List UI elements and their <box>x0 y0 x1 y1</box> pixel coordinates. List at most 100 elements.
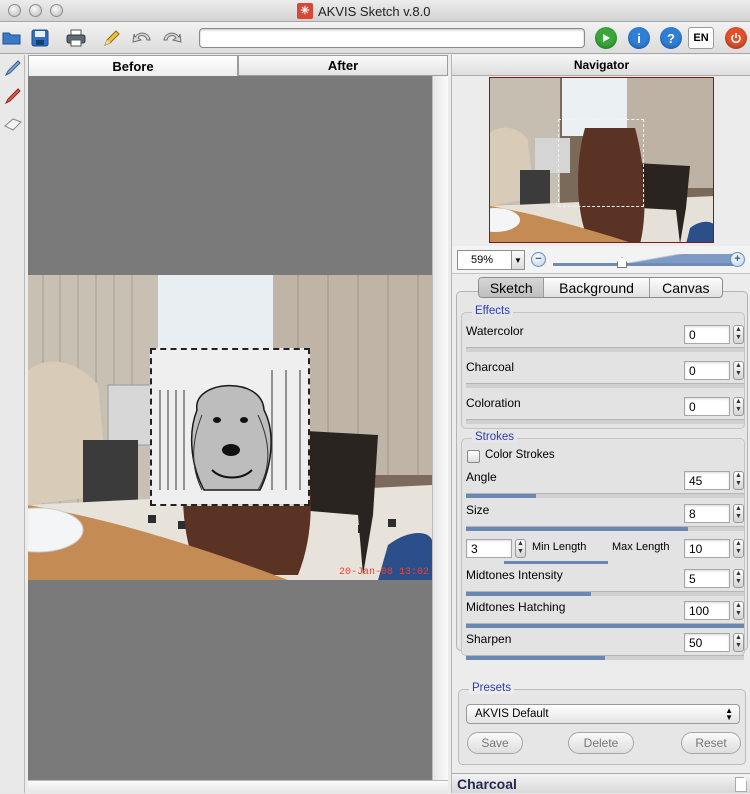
view-tabs: Before After <box>28 55 448 76</box>
midtones-hatching-stepper[interactable]: ▲ ▼ <box>733 601 744 620</box>
navigator-thumbnail[interactable] <box>489 77 714 243</box>
max-length-field[interactable]: 10 <box>684 539 730 558</box>
tab-after[interactable]: After <box>238 55 448 76</box>
zoom-slider-track[interactable] <box>553 254 739 266</box>
image-canvas[interactable]: 20-Jan-08 13:02 <box>28 76 432 780</box>
info-button[interactable]: i <box>628 27 650 49</box>
max-length-stepper[interactable]: ▲ ▼ <box>733 539 744 558</box>
presets-group: Presets AKVIS Default ▲ ▼ Save Delete Res… <box>458 682 746 765</box>
midtones-intensity-param: Midtones Intensity 5 ▲ ▼ <box>466 565 744 599</box>
charcoal-field[interactable]: 0 <box>684 361 730 380</box>
save-icon[interactable] <box>28 27 52 49</box>
sharpen-stepper[interactable]: ▲ ▼ <box>733 633 744 652</box>
eraser-tool-icon[interactable] <box>2 113 23 135</box>
window-title: AKVIS Sketch v.8.0 <box>318 3 431 19</box>
color-strokes-checkbox[interactable] <box>467 450 480 463</box>
window-title-group: ✳ AKVIS Sketch v.8.0 <box>297 3 430 19</box>
sharpen-label: Sharpen <box>466 632 512 646</box>
midtones-intensity-slider-fill <box>466 592 592 596</box>
red-pencil-tool-icon[interactable] <box>2 85 23 107</box>
coloration-stepper[interactable]: ▲ ▼ <box>733 397 744 416</box>
midtones-hatching-slider[interactable] <box>466 623 744 628</box>
help-button[interactable]: ? <box>660 27 682 49</box>
min-length-label: Min Length <box>532 541 587 553</box>
size-stepper[interactable]: ▲ ▼ <box>733 504 744 523</box>
close-window-button[interactable] <box>8 4 21 17</box>
watercolor-slider[interactable] <box>466 347 744 352</box>
sharpen-field[interactable]: 50 <box>684 633 730 652</box>
size-slider[interactable] <box>466 526 744 531</box>
canvas-horizontal-scrollbar[interactable] <box>28 780 448 793</box>
min-length-field[interactable]: 3 <box>466 539 512 558</box>
select-arrows-icon: ▲ ▼ <box>725 706 733 722</box>
size-field[interactable]: 8 <box>684 504 730 523</box>
preset-selected-value: AKVIS Default <box>475 708 549 720</box>
charcoal-param: Charcoal 0 ▲ ▼ <box>466 357 744 391</box>
power-button[interactable] <box>725 27 747 49</box>
sharpen-param: Sharpen 50 ▲ ▼ <box>466 629 744 663</box>
angle-param: Angle 45 ▲ ▼ <box>466 467 744 501</box>
status-bar: Charcoal <box>452 773 750 793</box>
max-length-label: Max Length <box>612 541 670 553</box>
run-button[interactable] <box>595 27 617 49</box>
midtones-intensity-slider[interactable] <box>466 591 744 596</box>
pencil-icon[interactable] <box>100 27 124 49</box>
photo-timestamp: 20-Jan-08 13:02 <box>338 567 429 578</box>
blue-pencil-tool-icon[interactable] <box>2 57 23 79</box>
zoom-in-icon[interactable]: + <box>730 252 745 267</box>
sharpen-slider[interactable] <box>466 655 744 660</box>
angle-stepper[interactable]: ▲ ▼ <box>733 471 744 490</box>
zoom-dropdown-icon[interactable]: ▼ <box>511 250 525 270</box>
minimize-window-button[interactable] <box>29 4 42 17</box>
watercolor-param: Watercolor 0 ▲ ▼ <box>466 321 744 355</box>
tab-before[interactable]: Before <box>28 55 238 76</box>
watercolor-stepper[interactable]: ▲ ▼ <box>733 325 744 344</box>
save-preset-button[interactable]: Save <box>467 732 523 754</box>
min-length-stepper[interactable]: ▲ ▼ <box>515 539 526 558</box>
length-range-slider[interactable] <box>504 561 608 564</box>
tab-background[interactable]: Background <box>544 278 650 297</box>
zoom-window-button[interactable] <box>50 4 63 17</box>
source-photo: 20-Jan-08 13:02 <box>28 275 432 580</box>
undo-icon[interactable] <box>130 27 154 49</box>
coloration-param: Coloration 0 ▲ ▼ <box>466 393 744 427</box>
file-path-field[interactable] <box>199 28 585 48</box>
sharpen-slider-fill <box>466 656 605 660</box>
effects-title: Effects <box>472 305 513 317</box>
charcoal-label: Charcoal <box>466 360 515 374</box>
watercolor-field[interactable]: 0 <box>684 325 730 344</box>
midtones-hatching-field[interactable]: 100 <box>684 601 730 620</box>
zoom-field[interactable]: 59% <box>457 250 512 270</box>
angle-slider[interactable] <box>466 493 744 498</box>
tab-sketch[interactable]: Sketch <box>479 278 545 297</box>
sketch-preview-window[interactable] <box>150 348 310 506</box>
zoom-controls: 59% ▼ − + <box>452 246 750 274</box>
coloration-slider[interactable] <box>466 419 744 424</box>
preset-select[interactable]: AKVIS Default ▲ ▼ <box>466 704 740 724</box>
print-icon[interactable] <box>64 27 88 49</box>
color-strokes-label: Color Strokes <box>485 449 555 461</box>
akvis-logo-icon: ✳ <box>297 3 313 19</box>
midtones-intensity-stepper[interactable]: ▲ ▼ <box>733 569 744 588</box>
canvas-vertical-scrollbar[interactable] <box>432 76 448 780</box>
zoom-out-icon[interactable]: − <box>531 252 546 267</box>
reset-preset-button[interactable]: Reset <box>681 732 741 754</box>
presets-title: Presets <box>469 682 514 694</box>
angle-slider-fill <box>466 494 536 498</box>
delete-preset-button[interactable]: Delete <box>568 732 634 754</box>
charcoal-slider[interactable] <box>466 383 744 388</box>
midtones-intensity-field[interactable]: 5 <box>684 569 730 588</box>
open-icon[interactable] <box>0 27 24 49</box>
size-slider-fill <box>466 527 689 531</box>
angle-field[interactable]: 45 <box>684 471 730 490</box>
settings-tabs: Sketch Background Canvas <box>478 277 723 298</box>
language-button[interactable]: EN <box>688 27 714 49</box>
redo-icon[interactable] <box>160 27 184 49</box>
akvis-sketch-window: ✳ AKVIS Sketch v.8.0 i ? EN Before After… <box>0 0 750 793</box>
navigator-view-rectangle[interactable] <box>558 119 644 207</box>
tab-canvas[interactable]: Canvas <box>650 278 722 297</box>
coloration-field[interactable]: 0 <box>684 397 730 416</box>
midtones-intensity-label: Midtones Intensity <box>466 568 563 582</box>
charcoal-stepper[interactable]: ▲ ▼ <box>733 361 744 380</box>
main-toolbar: i ? EN <box>0 22 750 54</box>
